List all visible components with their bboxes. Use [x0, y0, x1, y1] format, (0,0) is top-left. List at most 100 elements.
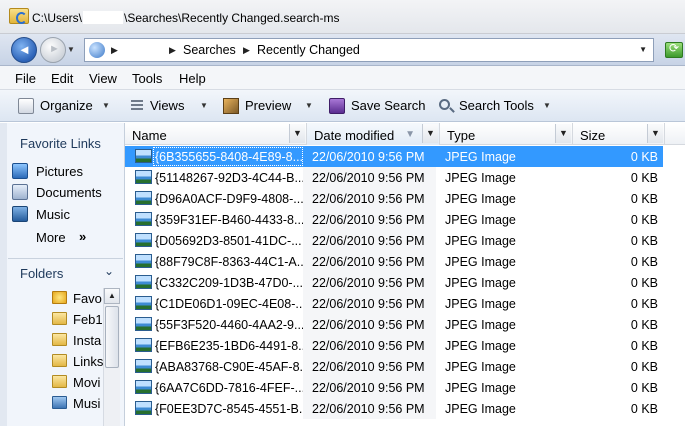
divider [8, 258, 123, 259]
preview-button[interactable]: Preview [245, 98, 291, 113]
table-row[interactable]: {C1DE06D1-09EC-4E08-... 22/06/2010 9:56 P… [125, 293, 665, 314]
chevron-down-icon[interactable]: ▼ [102, 101, 110, 110]
favorite-link-music[interactable]: Music [12, 204, 122, 224]
folders-heading[interactable]: Folders [20, 266, 63, 281]
file-date-modified: 22/06/2010 9:56 PM [312, 297, 425, 311]
save-search-button[interactable]: Save Search [351, 98, 425, 113]
double-chevron-right-icon[interactable]: » [79, 229, 86, 244]
breadcrumb-recently-changed[interactable]: Recently Changed [257, 43, 360, 57]
column-header-date[interactable]: Date modified ▼ ▼ [307, 123, 440, 145]
file-size: 0 KB [630, 360, 658, 374]
table-row[interactable]: {ABA83768-C90E-45AF-8... 22/06/2010 9:56 … [125, 356, 665, 377]
chevron-down-icon[interactable]: ⌄ [104, 264, 114, 278]
address-bar: ▼ ▶ ▶ Searches ▶ Recently Changed ▼ [0, 34, 685, 66]
music-icon [12, 206, 28, 222]
search-tools-button[interactable]: Search Tools [459, 98, 534, 113]
table-row[interactable]: {D96A0ACF-D9F9-4808-... 22/06/2010 9:56 P… [125, 188, 665, 209]
menu-edit[interactable]: Edit [51, 71, 73, 86]
chevron-right-icon[interactable]: ▶ [169, 45, 176, 56]
chevron-down-icon[interactable]: ▼ [305, 101, 313, 110]
file-size: 0 KB [630, 297, 658, 311]
table-row[interactable]: {C332C209-1D3B-47D0-... 22/06/2010 9:56 P… [125, 272, 665, 293]
filter-dropdown-icon[interactable]: ▼ [422, 124, 438, 143]
table-row[interactable]: {F0EE3D7C-8545-4551-B... 22/06/2010 9:56 … [125, 398, 665, 419]
file-name: {C1DE06D1-09EC-4E08-... [155, 297, 303, 311]
file-date-modified: 22/06/2010 9:56 PM [312, 171, 425, 185]
views-icon [131, 100, 143, 112]
column-header-type[interactable]: Type ▼ [440, 123, 573, 145]
title-prefix: C:\Users\ [32, 11, 83, 25]
tree-item-links[interactable]: Links [50, 351, 106, 371]
file-type: JPEG Image [445, 255, 516, 269]
folder-icon [52, 354, 67, 367]
file-type: JPEG Image [445, 171, 516, 185]
refresh-icon[interactable] [665, 41, 683, 58]
jpeg-file-icon [135, 254, 152, 268]
table-row[interactable]: {55F3F520-4460-4AA2-9... 22/06/2010 9:56 … [125, 314, 665, 335]
tree-item-favorites[interactable]: Favo [50, 288, 106, 308]
table-row[interactable]: {D05692D3-8501-41DC-... 22/06/2010 9:56 P… [125, 230, 665, 251]
tree-item-label: Favo [73, 291, 102, 306]
favorite-link-label: Documents [36, 185, 102, 200]
menu-help[interactable]: Help [179, 71, 206, 86]
file-date-modified: 22/06/2010 9:56 PM [312, 339, 425, 353]
address-field[interactable]: ▶ ▶ Searches ▶ Recently Changed ▼ [84, 38, 654, 62]
favorite-link-label: Music [36, 207, 70, 222]
column-header-name[interactable]: Name ▼ [125, 123, 307, 145]
chevron-down-icon[interactable]: ▼ [200, 101, 208, 110]
sort-descending-icon: ▼ [405, 129, 415, 140]
recent-pages-dropdown-icon[interactable]: ▼ [67, 45, 75, 54]
jpeg-file-icon [135, 233, 152, 247]
column-label: Type [447, 128, 476, 143]
tree-item-music[interactable]: Musi [50, 393, 106, 413]
table-row[interactable]: {6B355655-8408-4E89-8... 22/06/2010 9:56 … [125, 146, 665, 167]
favorite-link-documents[interactable]: Documents [12, 182, 122, 202]
file-size: 0 KB [630, 381, 658, 395]
tree-item-label: Insta [73, 333, 102, 348]
jpeg-file-icon [135, 317, 152, 331]
table-row[interactable]: {6AA7C6DD-7816-4FEF-... 22/06/2010 9:56 P… [125, 377, 665, 398]
jpeg-file-icon [135, 149, 152, 163]
organize-button[interactable]: Organize [40, 98, 93, 113]
menu-file[interactable]: File [15, 71, 36, 86]
column-header-size[interactable]: Size ▼ [573, 123, 665, 145]
filter-dropdown-icon[interactable]: ▼ [647, 124, 663, 143]
tree-item-feb1[interactable]: Feb1 [50, 309, 106, 329]
jpeg-file-icon [135, 191, 152, 205]
file-name: {6AA7C6DD-7816-4FEF-... [155, 381, 303, 395]
menu-view[interactable]: View [89, 71, 117, 86]
forward-button[interactable] [40, 37, 66, 63]
back-button[interactable] [11, 37, 37, 63]
file-size: 0 KB [630, 339, 658, 353]
table-row[interactable]: {51148267-92D3-4C44-B... 22/06/2010 9:56 … [125, 167, 665, 188]
music-folder-icon [52, 396, 67, 409]
filter-dropdown-icon[interactable]: ▼ [289, 124, 305, 143]
menu-tools[interactable]: Tools [132, 71, 162, 86]
favorite-link-pictures[interactable]: Pictures [12, 161, 122, 181]
breadcrumb-searches[interactable]: Searches [183, 43, 236, 57]
more-links-button[interactable]: More [36, 230, 66, 245]
chevron-down-icon[interactable]: ▼ [543, 101, 551, 110]
filter-dropdown-icon[interactable]: ▼ [555, 124, 571, 143]
jpeg-file-icon [135, 401, 152, 415]
window-border [0, 123, 7, 426]
file-type: JPEG Image [445, 381, 516, 395]
chevron-right-icon[interactable]: ▶ [243, 45, 250, 56]
file-type: JPEG Image [445, 192, 516, 206]
scroll-thumb[interactable] [105, 306, 119, 368]
table-row[interactable]: {EFB6E235-1BD6-4491-8... 22/06/2010 9:56 … [125, 335, 665, 356]
tree-item-label: Feb1 [73, 312, 103, 327]
table-row[interactable]: {88F79C8F-8363-44C1-A... 22/06/2010 9:56 … [125, 251, 665, 272]
scroll-up-icon[interactable]: ▲ [104, 288, 120, 304]
focus-rectangle [153, 147, 303, 166]
folder-icon [52, 375, 67, 388]
tree-item-insta[interactable]: Insta [50, 330, 106, 350]
chevron-right-icon[interactable]: ▶ [111, 45, 118, 56]
file-name: {51148267-92D3-4C44-B... [155, 171, 303, 185]
views-button[interactable]: Views [150, 98, 184, 113]
address-dropdown-icon[interactable]: ▼ [639, 45, 647, 54]
folder-tree-scrollbar[interactable]: ▲ [103, 288, 120, 426]
jpeg-file-icon [135, 338, 152, 352]
tree-item-movies[interactable]: Movi [50, 372, 106, 392]
table-row[interactable]: {359F31EF-B460-4433-8... 22/06/2010 9:56 … [125, 209, 665, 230]
